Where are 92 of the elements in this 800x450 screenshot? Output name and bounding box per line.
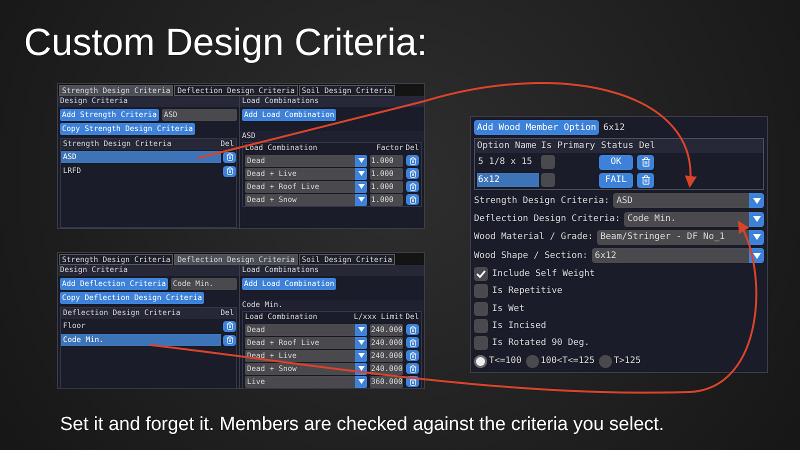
trash-icon (408, 364, 416, 372)
caret-icon (752, 252, 760, 259)
trash-icon (640, 157, 650, 167)
radio-button[interactable] (526, 354, 539, 368)
status-button[interactable]: OK (599, 154, 633, 170)
dropdown-arrow-button[interactable] (749, 230, 764, 245)
delete-button[interactable] (223, 334, 236, 346)
radio-label: 100<T<=125 (540, 355, 595, 368)
criteria-dropdown[interactable]: Beam/Stringer - DF No_1 (597, 230, 764, 245)
trash-icon (408, 196, 416, 204)
trash-icon (408, 326, 416, 334)
radio-label: T<=100 (489, 355, 522, 368)
dropdown-arrow-button[interactable] (749, 212, 764, 227)
delete-button[interactable] (406, 155, 419, 166)
checkbox-label: Is Wet (492, 302, 525, 315)
radio-button[interactable] (598, 354, 612, 368)
checkbox[interactable] (474, 318, 488, 333)
trash-icon (408, 352, 416, 360)
checkbox[interactable] (474, 266, 488, 281)
caret-icon (358, 184, 364, 189)
slide-caption: Set it and forget it. Members are checked against the criteria you select. (60, 413, 664, 437)
delete-button[interactable] (406, 350, 419, 361)
trash-icon (408, 170, 416, 178)
column-header: Option Name (477, 140, 538, 152)
check-icon (476, 270, 486, 278)
dropdown-arrow-button[interactable] (355, 194, 367, 206)
caret-icon (752, 234, 760, 240)
primary-checkbox[interactable] (541, 173, 555, 187)
dropdown-arrow-button[interactable] (355, 154, 367, 166)
trash-icon (640, 175, 650, 185)
delete-button[interactable] (637, 172, 654, 188)
checkbox-label: Is Rotated 90 Deg. (492, 337, 590, 350)
trash-icon (226, 153, 234, 161)
trash-icon (226, 167, 234, 175)
trash-icon (408, 338, 416, 346)
dropdown-arrow-button[interactable] (355, 168, 367, 180)
trash-icon (408, 156, 416, 164)
dropdown-arrow-button[interactable] (355, 180, 367, 192)
caret-icon (358, 366, 364, 371)
dropdown-arrow-button[interactable] (355, 336, 367, 348)
delete-button[interactable] (223, 320, 236, 332)
checkbox[interactable] (474, 302, 488, 316)
caret-icon (358, 327, 364, 332)
checkbox[interactable] (474, 284, 488, 298)
caret-icon (358, 379, 364, 384)
field-label: Strength Design Criteria: (474, 194, 610, 207)
checkbox-label: Is Repetitive (492, 285, 562, 298)
option-name-text: 6x12 (603, 122, 625, 134)
slide-title: Custom Design Criteria: (24, 21, 428, 66)
caret-icon (358, 158, 364, 163)
criteria-dropdown[interactable]: Code Min. (624, 212, 764, 227)
dropdown-arrow-button[interactable] (749, 193, 764, 208)
caret-icon (358, 340, 364, 345)
column-header: Status (601, 140, 635, 152)
delete-button[interactable] (406, 168, 419, 179)
add-member-option-button[interactable]: Add Wood Member Option (474, 120, 600, 135)
radio-button[interactable] (474, 354, 487, 368)
delete-button[interactable] (406, 181, 419, 192)
delete-button[interactable] (406, 194, 419, 205)
trash-icon (226, 336, 234, 344)
criteria-dropdown[interactable]: ASD (613, 193, 764, 208)
delete-button[interactable] (223, 166, 236, 176)
checkbox[interactable] (474, 336, 488, 350)
dropdown-arrow-button[interactable] (355, 324, 367, 336)
caret-icon (752, 198, 760, 204)
status-button[interactable]: FAIL (599, 172, 633, 188)
caret-icon (752, 216, 760, 222)
radio-label: T>125 (614, 355, 641, 368)
dropdown-arrow-button[interactable] (355, 376, 367, 388)
column-header: Del (639, 140, 656, 152)
criteria-dropdown[interactable]: 6x12 (592, 248, 764, 264)
caret-icon (358, 353, 364, 358)
delete-button[interactable] (223, 152, 236, 162)
column-header: Is Primary (541, 140, 596, 152)
field-label: Deflection Design Criteria: (474, 213, 620, 226)
checkbox-label: Is Incised (492, 320, 546, 332)
option-name-cell[interactable]: 5 1/8 x 15 (477, 155, 539, 169)
primary-checkbox[interactable] (541, 155, 555, 169)
delete-button[interactable] (406, 324, 419, 335)
option-name-cell[interactable]: 6x12 (477, 173, 539, 187)
caret-icon (358, 171, 364, 176)
trash-icon (408, 182, 416, 190)
trash-icon (408, 378, 416, 386)
dropdown-arrow-button[interactable] (355, 350, 367, 362)
delete-button[interactable] (406, 337, 419, 348)
field-label: Wood Shape / Section: (474, 250, 588, 262)
trash-icon (226, 322, 234, 330)
delete-button[interactable] (406, 363, 419, 374)
caret-icon (358, 197, 364, 202)
checkbox-label: Include Self Weight (492, 268, 595, 280)
field-label: Wood Material / Grade: (474, 231, 594, 244)
delete-button[interactable] (637, 154, 654, 170)
